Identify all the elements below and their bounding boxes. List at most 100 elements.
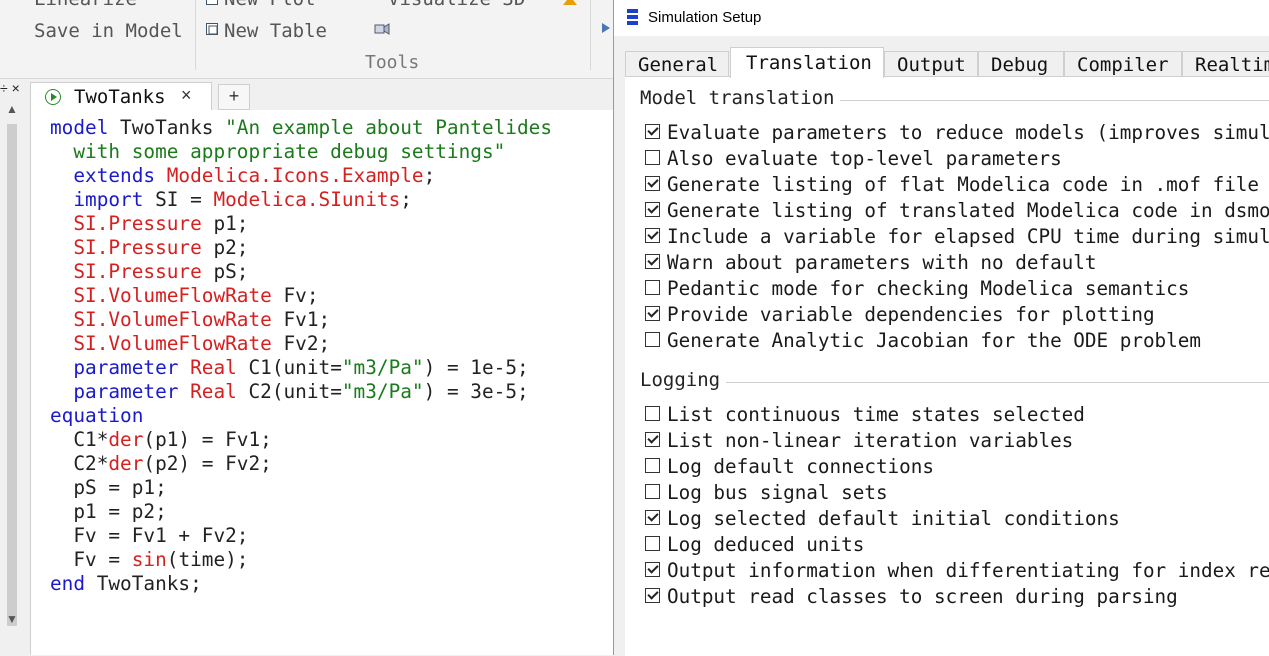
code-token: SI.Pressure xyxy=(50,212,202,235)
code-line: pS = p1; xyxy=(50,476,552,500)
code-token: SI.Pressure xyxy=(50,236,202,259)
option-label: Output read classes to screen during par… xyxy=(667,585,1178,608)
code-line: Fv = Fv1 + Fv2; xyxy=(50,524,552,548)
option-label: Pedantic mode for checking Modelica sema… xyxy=(667,277,1190,300)
tab-translation[interactable]: Translation xyxy=(730,47,884,78)
ribbon-separator xyxy=(195,0,196,70)
code-token: Fv2; xyxy=(271,332,331,355)
code-line: parameter Real C1(unit="m3/Pa") = 1e-5; xyxy=(50,356,552,380)
ribbon-item-icon[interactable] xyxy=(601,22,611,34)
code-line: SI.Pressure p2; xyxy=(50,236,552,260)
code-token: Fv = xyxy=(50,548,132,571)
code-token: equation xyxy=(50,404,144,427)
code-token: Fv = Fv1 + Fv2; xyxy=(50,524,249,547)
checkbox[interactable] xyxy=(645,484,660,499)
tab-debug[interactable]: Debug xyxy=(978,51,1064,77)
option-label: Log deduced units xyxy=(667,533,865,556)
scrollbar-thumb[interactable] xyxy=(7,124,17,626)
checkbox[interactable] xyxy=(645,254,660,269)
checkbox[interactable] xyxy=(645,228,660,243)
code-editor[interactable]: model TwoTanks "An example about Panteli… xyxy=(30,110,614,655)
checkbox[interactable] xyxy=(645,406,660,421)
scroll-up-icon[interactable]: ▲ xyxy=(6,102,18,116)
new-plot-button[interactable]: New Plot xyxy=(224,0,316,10)
code-token: (p1) = Fv1; xyxy=(143,428,272,451)
tab-output[interactable]: Output xyxy=(884,51,978,77)
code-line: C2*der(p2) = Fv2; xyxy=(50,452,552,476)
ribbon: Linearize Save in Model New Plot New Tab… xyxy=(0,0,613,79)
code-token: TwoTanks xyxy=(108,116,226,139)
code-line: model TwoTanks "An example about Panteli… xyxy=(50,116,552,140)
checkbox[interactable] xyxy=(645,458,660,473)
save-in-model-button[interactable]: Save in Model xyxy=(34,20,183,42)
code-token: p2; xyxy=(201,236,249,259)
checkbox[interactable] xyxy=(645,332,660,347)
warning-icon xyxy=(563,0,577,5)
code-token: C1* xyxy=(50,428,109,451)
code-line: C1*der(p1) = Fv1; xyxy=(50,428,552,452)
vertical-scrollbar[interactable]: ▲ ▼ xyxy=(3,100,21,632)
checkbox[interactable] xyxy=(645,306,660,321)
dialog-tabs: General Translation Output Debug Compile… xyxy=(625,47,1269,78)
option-label: Evaluate parameters to reduce models (im… xyxy=(667,121,1269,144)
checkbox[interactable] xyxy=(645,432,660,447)
checkbox[interactable] xyxy=(645,280,660,295)
animation-icon[interactable] xyxy=(374,22,390,36)
code-token: C2(unit= xyxy=(236,380,342,403)
tab-twotanks[interactable]: TwoTanks × xyxy=(30,82,212,111)
code-token: Real xyxy=(190,380,237,403)
code-token: extends xyxy=(50,164,167,187)
code-line: SI.VolumeFlowRate Fv2; xyxy=(50,332,552,356)
code-token: ; xyxy=(423,164,436,187)
code-token: SI.VolumeFlowRate xyxy=(50,308,272,331)
checkbox[interactable] xyxy=(645,510,660,525)
code-line: with some appropriate debug settings" xyxy=(50,140,552,164)
checkbox[interactable] xyxy=(645,124,660,139)
checkbox[interactable] xyxy=(645,176,660,191)
new-plot-icon xyxy=(206,0,218,5)
checkbox[interactable] xyxy=(645,562,660,577)
option-label: Generate listing of translated Modelica … xyxy=(667,199,1269,222)
checkbox[interactable] xyxy=(645,536,660,551)
code-line: SI.Pressure p1; xyxy=(50,212,552,236)
code-token: pS; xyxy=(201,260,249,283)
dialog-titlebar: Simulation Setup xyxy=(614,0,1269,36)
code-token: (time); xyxy=(166,548,249,571)
checkbox[interactable] xyxy=(645,588,660,603)
new-table-icon xyxy=(206,23,218,35)
visualize-3d-button[interactable]: Visualize 3D xyxy=(388,0,525,10)
app-icon xyxy=(627,9,638,25)
option-label: Log default connections xyxy=(667,455,934,478)
code-token: TwoTanks; xyxy=(85,572,202,595)
tab-general[interactable]: General xyxy=(625,51,729,77)
checkbox[interactable] xyxy=(645,202,660,217)
code-token: Modelica.Icons.Example xyxy=(166,164,424,187)
code-token: model xyxy=(50,116,109,139)
checkbox[interactable] xyxy=(645,150,660,165)
new-table-button[interactable]: New Table xyxy=(224,20,327,42)
tab-compiler[interactable]: Compiler xyxy=(1064,51,1182,77)
option-label: Provide variable dependencies for plotti… xyxy=(667,303,1155,326)
code-token: C2* xyxy=(50,452,109,475)
linearize-button[interactable]: Linearize xyxy=(34,0,137,10)
add-tab-button[interactable]: + xyxy=(218,84,250,110)
code-token: sin xyxy=(131,548,167,571)
model-translation-title: Model translation xyxy=(640,87,841,109)
option-label: Log bus signal sets xyxy=(667,481,888,504)
scroll-down-icon[interactable]: ▼ xyxy=(6,612,18,626)
tab-realtime[interactable]: Realtim xyxy=(1182,51,1269,77)
code-token: Real xyxy=(190,356,237,379)
tab-close-icon[interactable]: × xyxy=(181,85,192,106)
simulation-setup-dialog: Simulation Setup General Translation Out… xyxy=(613,0,1269,656)
group-divider xyxy=(825,100,1269,101)
ide-window: Linearize Save in Model New Plot New Tab… xyxy=(0,0,614,655)
code-token: C1(unit= xyxy=(236,356,342,379)
code-content: model TwoTanks "An example about Panteli… xyxy=(50,116,552,596)
code-token: SI.VolumeFlowRate xyxy=(50,284,272,307)
code-token: SI.VolumeFlowRate xyxy=(50,332,272,355)
panel-controls[interactable]: ÷ × xyxy=(0,80,20,96)
option-label: Warn about parameters with no default xyxy=(667,251,1097,274)
code-token: der xyxy=(108,428,144,451)
code-line: SI.Pressure pS; xyxy=(50,260,552,284)
option-label: Output information when differentiating … xyxy=(667,559,1269,582)
